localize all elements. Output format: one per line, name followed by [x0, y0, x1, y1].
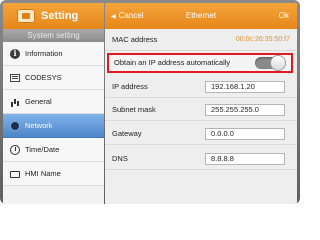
- sidebar-item-network[interactable]: Network: [3, 114, 104, 138]
- mac-row: MAC address 00:0c:26:35:50:f7: [105, 29, 297, 51]
- dns-field[interactable]: 8.8.8.8: [205, 153, 285, 165]
- settings-app-icon: [17, 9, 35, 23]
- sidebar-item-label: Information: [25, 49, 63, 58]
- hmi-device: Setting System setting Information CODES…: [0, 0, 300, 204]
- sidebar-item-hmi-name[interactable]: HMI Name: [3, 162, 104, 186]
- sidebar-item-time-date[interactable]: Time/Date: [3, 138, 104, 162]
- gateway-field[interactable]: 0.0.0.0: [205, 128, 285, 140]
- dhcp-label: Obtain an IP address automatically: [114, 58, 231, 67]
- mac-label: MAC address: [112, 35, 158, 44]
- ok-button[interactable]: Ok: [279, 3, 289, 29]
- toggle-knob: [271, 56, 285, 70]
- ip-label: IP address: [112, 82, 148, 91]
- mac-value: 00:0c:26:35:50:f7: [235, 36, 290, 43]
- dns-label: DNS: [112, 154, 128, 163]
- sidebar-header: Setting: [3, 3, 104, 29]
- sidebar-item-label: Time/Date: [25, 145, 60, 154]
- ethernet-panel: ◀ Cancel Ethernet Ok MAC address 00:0c:26…: [105, 3, 297, 204]
- sidebar: Setting System setting Information CODES…: [3, 3, 104, 204]
- mask-label: Subnet mask: [112, 105, 156, 114]
- sidebar-item-label: Network: [25, 121, 53, 130]
- sidebar-item-general[interactable]: General: [3, 90, 104, 114]
- app-title: Setting: [41, 10, 79, 22]
- sidebar-item-label: HMI Name: [25, 169, 61, 178]
- gateway-label: Gateway: [112, 129, 142, 138]
- dhcp-row: Obtain an IP address automatically: [107, 53, 293, 73]
- sidebar-subtitle: System setting: [3, 29, 104, 42]
- sidebar-item-codesys[interactable]: CODESYS: [3, 66, 104, 90]
- ip-address-field[interactable]: 192.168.1.20: [205, 81, 285, 93]
- panel-title: Ethernet: [185, 11, 217, 20]
- general-icon: [10, 97, 20, 107]
- codesys-icon: [10, 73, 20, 83]
- sidebar-item-label: General: [25, 97, 52, 106]
- sidebar-item-label: CODESYS: [25, 73, 62, 82]
- info-icon: [10, 48, 20, 59]
- clock-icon: [10, 144, 20, 155]
- sidebar-item-information[interactable]: Information: [3, 42, 104, 66]
- dhcp-toggle[interactable]: [255, 56, 285, 70]
- network-icon: [10, 120, 20, 131]
- panel-header: ◀ Cancel Ethernet Ok: [105, 3, 297, 29]
- hmi-icon: [10, 169, 20, 179]
- subnet-mask-field[interactable]: 255.255.255.0: [205, 104, 285, 116]
